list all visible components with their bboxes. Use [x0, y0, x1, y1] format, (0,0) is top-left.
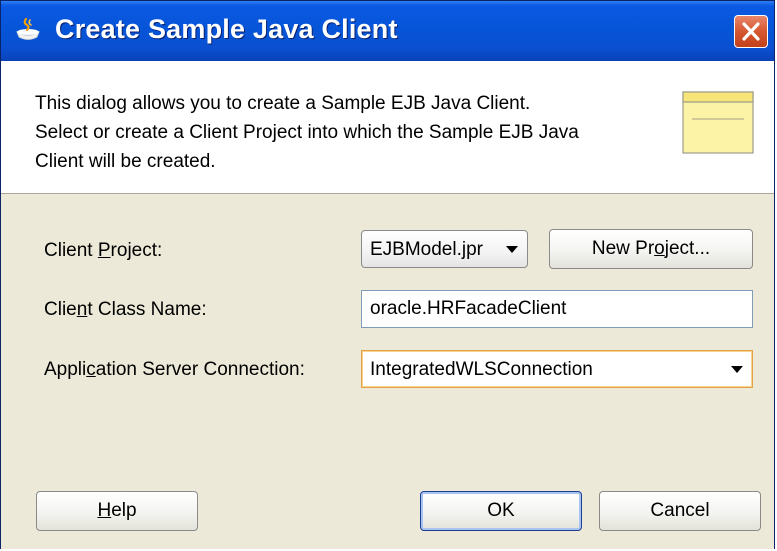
ok-button[interactable]: OK: [420, 491, 582, 531]
app-server-connection-value: IntegratedWLSConnection: [370, 359, 593, 380]
label-part: roject:: [110, 240, 163, 261]
client-project-label: Client Project:: [44, 240, 162, 262]
description-line: Client will be created.: [35, 151, 216, 172]
note-icon: [682, 91, 754, 154]
label-part: Appli: [44, 359, 87, 380]
dialog-window: Create Sample Java Client This dialog al…: [0, 0, 775, 549]
description-banner: This dialog allows you to create a Sampl…: [1, 61, 774, 194]
client-class-name-field[interactable]: [361, 290, 753, 328]
mnemonic: o: [654, 238, 665, 259]
mnemonic: c: [86, 359, 96, 380]
app-server-connection-dropdown[interactable]: IntegratedWLSConnection: [361, 350, 753, 388]
description-line: Select or create a Client Project into w…: [35, 122, 579, 143]
chevron-down-icon: [506, 246, 518, 253]
chevron-down-icon: [731, 366, 743, 373]
label-part: ation Server Connection:: [95, 359, 305, 380]
button-label-part: ject...: [664, 238, 711, 259]
mnemonic: P: [97, 240, 111, 261]
java-coffee-cup-icon: [16, 17, 40, 40]
client-project-dropdown[interactable]: EJBModel.jpr: [361, 230, 528, 268]
help-button[interactable]: Help: [36, 491, 198, 531]
client-class-name-label: Client Class Name:: [44, 299, 207, 321]
label-part: t Class Name:: [87, 299, 207, 320]
app-server-connection-label: Application Server Connection:: [44, 359, 305, 381]
window-title: Create Sample Java Client: [55, 14, 398, 44]
label-part: Clie: [44, 299, 77, 320]
new-project-button[interactable]: New Project...: [549, 229, 753, 269]
label-part: Client: [44, 240, 98, 261]
client-project-value: EJBModel.jpr: [370, 239, 483, 260]
button-label-part: New Pr: [591, 238, 655, 259]
form-area: Client Project: EJBModel.jpr New Project…: [1, 194, 774, 549]
description-line: This dialog allows you to create a Sampl…: [35, 93, 531, 114]
close-button[interactable]: [734, 15, 768, 48]
close-icon: [742, 22, 760, 41]
mnemonic: n: [76, 299, 88, 320]
mnemonic: H: [97, 500, 112, 521]
client-class-name-input[interactable]: [362, 291, 752, 327]
description-text: This dialog allows you to create a Sampl…: [35, 89, 675, 176]
title-bar[interactable]: Create Sample Java Client: [1, 1, 774, 61]
cancel-button[interactable]: Cancel: [599, 491, 761, 531]
button-label-part: elp: [111, 500, 137, 521]
